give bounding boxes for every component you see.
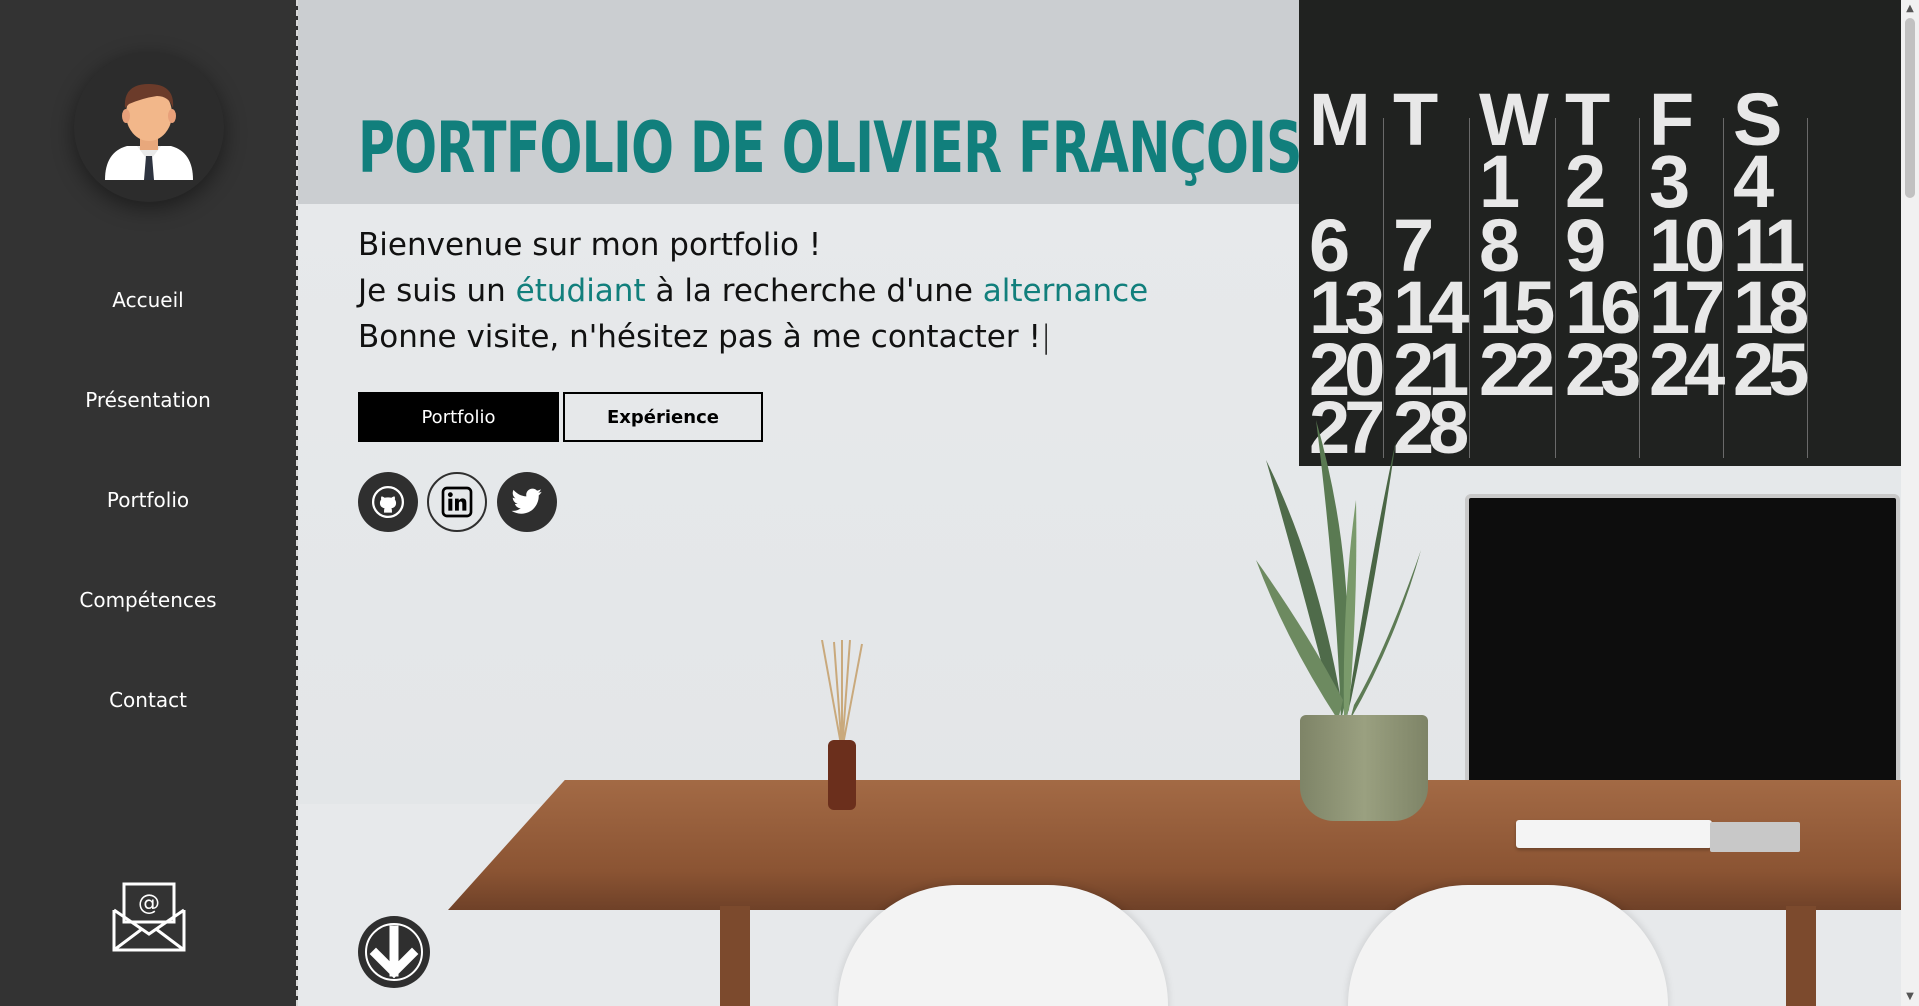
background-plant-pot [1300,715,1428,821]
person-avatar-icon [105,84,193,180]
nav-contact[interactable]: Contact [0,688,296,712]
hero-section: MTWTFS 1234 6 7 8 9 10 11 13 14 15 16 17 18 20 21 22… [298,0,1901,1006]
linkedin-icon[interactable] [427,472,487,532]
portfolio-button[interactable]: Portfolio [358,392,559,442]
highlight-alternance: alternance [982,273,1149,309]
page: Accueil Présentation Portfolio Compétenc… [0,0,1919,1006]
calendar-row: 20 21 22 23 24 25 [1309,328,1809,411]
scroll-down-button[interactable] [358,916,430,988]
nav-accueil[interactable]: Accueil [0,288,296,312]
highlight-etudiant: étudiant [515,273,646,309]
typing-cursor: | [1040,319,1052,355]
github-icon[interactable] [358,472,418,532]
nav-competences[interactable]: Compétences [0,588,296,612]
intro-line-welcome: Bienvenue sur mon portfolio ! [358,227,822,263]
intro-line-student: Je suis un étudiant à la recherche d'une… [358,273,1149,309]
intro-line-visit: Bonne visite, n'hésitez pas à me contact… [358,319,1052,355]
scrollbar-thumb[interactable] [1905,18,1915,198]
background-keyboard [1516,820,1712,848]
background-diffuser-sticks [821,640,863,750]
arrow-down-icon [365,923,423,981]
background-plant [1256,420,1421,720]
page-title: PORTFOLIO DE OLIVIER FRANÇOIS [358,107,1302,189]
background-mousepad [1710,822,1800,852]
intro-text: Bienvenue sur mon portfolio ! Je suis un… [358,222,1148,360]
background-monitor [1465,494,1900,830]
svg-text:@: @ [138,891,160,916]
background-calendar: MTWTFS 1234 6 7 8 9 10 11 13 14 15 16 17 18 20 21 22… [1299,0,1901,466]
twitter-icon[interactable] [497,472,557,532]
scrollbar[interactable]: ▲ ▼ [1901,0,1919,1006]
sidebar: Accueil Présentation Portfolio Compétenc… [0,0,298,1006]
nav-portfolio[interactable]: Portfolio [0,488,296,512]
experience-button[interactable]: Expérience [563,392,763,442]
scroll-down-arrow-icon[interactable]: ▼ [1901,988,1919,1006]
background-diffuser-bottle [828,740,856,810]
mail-envelope-icon[interactable]: @ [112,880,186,956]
nav-presentation[interactable]: Présentation [0,388,296,412]
avatar [74,52,224,202]
scroll-up-arrow-icon[interactable]: ▲ [1901,0,1919,18]
